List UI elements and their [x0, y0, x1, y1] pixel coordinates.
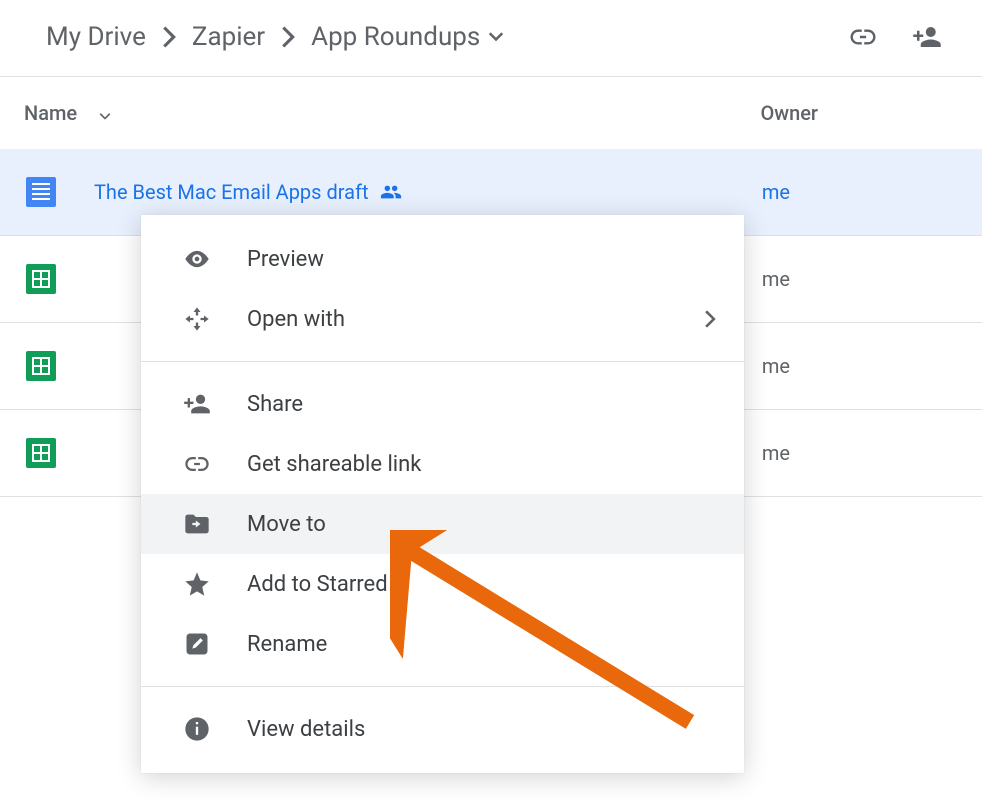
sort-arrow-down-icon[interactable] — [95, 103, 115, 123]
menu-preview[interactable]: Preview — [141, 229, 744, 289]
sheets-icon — [24, 349, 58, 383]
menu-label: Move to — [247, 512, 326, 537]
breadcrumb-current[interactable]: App Roundups — [305, 18, 510, 56]
menu-open-with[interactable]: Open with — [141, 289, 744, 349]
menu-label: View details — [247, 717, 365, 742]
chevron-right-icon — [704, 310, 716, 328]
column-headers: Name Owner — [0, 77, 982, 149]
menu-label: Share — [247, 392, 303, 417]
add-person-button[interactable] — [912, 22, 942, 52]
folder-move-icon — [183, 510, 211, 538]
menu-divider — [141, 686, 744, 687]
context-menu: Preview Open with Share Get shareable li… — [141, 215, 744, 773]
file-owner: me — [762, 267, 942, 291]
menu-label: Open with — [247, 307, 345, 332]
file-name: The Best Mac Email Apps draft — [94, 180, 368, 204]
menu-get-link[interactable]: Get shareable link — [141, 434, 744, 494]
sheets-icon — [24, 262, 58, 296]
column-owner-header[interactable]: Owner — [760, 101, 942, 125]
chevron-right-icon — [281, 26, 295, 48]
menu-label: Preview — [247, 247, 324, 272]
toolbar: My Drive Zapier App Roundups — [0, 0, 982, 77]
menu-move-to[interactable]: Move to — [141, 494, 744, 554]
link-icon — [183, 450, 211, 478]
open-with-icon — [183, 305, 211, 333]
menu-label: Get shareable link — [247, 452, 421, 477]
file-owner: me — [762, 180, 942, 204]
info-icon — [183, 715, 211, 743]
menu-label: Add to Starred — [247, 572, 388, 597]
breadcrumb-root[interactable]: My Drive — [40, 18, 152, 56]
docs-icon — [24, 175, 58, 209]
eye-icon — [183, 245, 211, 273]
pencil-icon — [183, 630, 211, 658]
chevron-right-icon — [162, 26, 176, 48]
menu-view-details[interactable]: View details — [141, 699, 744, 759]
menu-divider — [141, 361, 744, 362]
add-person-icon — [183, 390, 211, 418]
menu-rename[interactable]: Rename — [141, 614, 744, 674]
sheets-icon — [24, 436, 58, 470]
breadcrumb: My Drive Zapier App Roundups — [40, 18, 510, 56]
column-name-header[interactable]: Name — [24, 101, 77, 125]
menu-label: Rename — [247, 632, 327, 657]
breadcrumb-current-label: App Roundups — [311, 22, 480, 52]
breadcrumb-mid[interactable]: Zapier — [186, 18, 271, 56]
file-owner: me — [762, 441, 942, 465]
shared-icon — [380, 181, 402, 203]
caret-down-icon — [488, 32, 504, 42]
toolbar-actions — [848, 22, 942, 52]
star-icon — [183, 570, 211, 598]
menu-share[interactable]: Share — [141, 374, 744, 434]
get-link-button[interactable] — [848, 22, 878, 52]
file-owner: me — [762, 354, 942, 378]
menu-add-starred[interactable]: Add to Starred — [141, 554, 744, 614]
